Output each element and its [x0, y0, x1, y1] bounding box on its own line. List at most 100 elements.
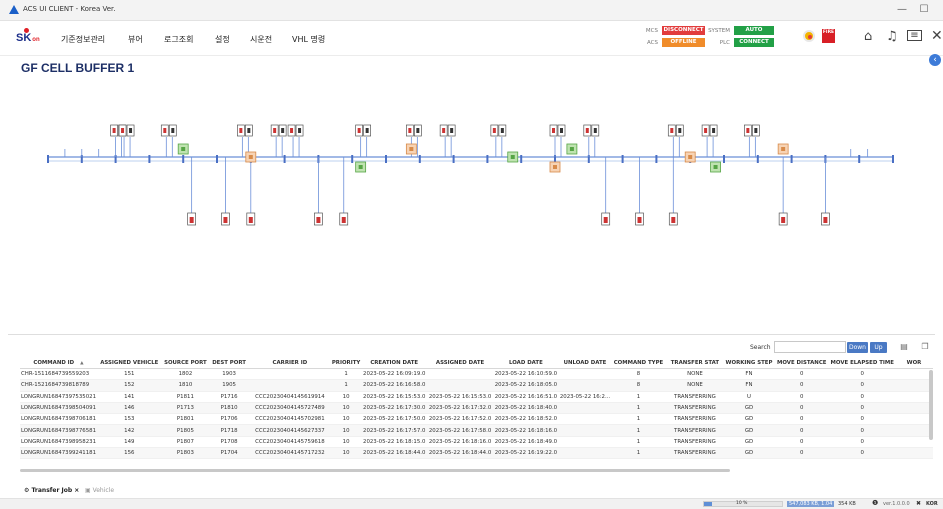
table-row[interactable]: LONGRUN16847397535021 141 P1811 P1716 CCC202…: [20, 391, 933, 403]
table-horizontal-scrollbar[interactable]: [20, 469, 730, 472]
tab-close-icon[interactable]: ×: [74, 487, 79, 494]
column-header[interactable]: CREATION DATE: [361, 357, 428, 369]
upper-port-indicator: [281, 128, 285, 133]
upper-port-indicator: [247, 128, 251, 133]
app-header: SKon 기준정보관리 뷰어 로그조회 설정 시운전 VHL 명령 MCS DI…: [0, 21, 943, 56]
table-cell: 1: [611, 391, 666, 403]
table-cell: 0: [773, 424, 830, 437]
table-row[interactable]: LONGRUN16847398776581 142 P1805 P1718 CCC202…: [20, 424, 933, 437]
table-row[interactable]: LONGRUN16847398504091 146 P1713 P1810 CCC202…: [20, 402, 933, 415]
vehicle-core: [510, 155, 515, 159]
table-cell: LONGRUN16847398958231: [20, 436, 98, 449]
bell-icon[interactable]: ♫: [886, 29, 898, 44]
rail-node: [723, 155, 725, 163]
column-header[interactable]: MOVE ELAPSED TIME: [829, 357, 895, 369]
menu-viewer[interactable]: 뷰어: [128, 34, 143, 45]
maximize-button[interactable]: ☐: [917, 3, 931, 17]
lower-port-indicator: [637, 217, 642, 223]
lower-port-indicator: [316, 217, 321, 223]
table-cell: 10: [330, 402, 362, 415]
table-cell: 0: [829, 447, 895, 460]
table-cell: 2023-05-22 16:17:57.0: [361, 424, 428, 437]
table-cell: [558, 368, 612, 381]
menu-log[interactable]: 로그조회: [164, 34, 193, 45]
tab-transfer-job[interactable]: ⚙ Transfer Job ×: [24, 487, 79, 494]
system-status-badge: AUTO: [734, 26, 774, 35]
menu-vhl-command[interactable]: VHL 명령: [292, 34, 325, 45]
search-down-button[interactable]: Down: [847, 342, 868, 353]
table-cell: 0: [773, 413, 830, 426]
table-cell: 8: [611, 368, 666, 381]
column-header[interactable]: SOURCE PORT: [161, 357, 210, 369]
table-cell: 151: [97, 368, 162, 381]
table-row[interactable]: CHR-1521684739818789 152 1810 1905 1 2023-05-…: [20, 379, 933, 392]
table-cell: 2023-05-22 16:17:52.0: [427, 413, 493, 426]
table-cell: [558, 436, 612, 449]
table-cell: [894, 447, 933, 460]
upper-port-indicator: [492, 128, 496, 133]
memory-usage-2: 354 KB: [838, 501, 856, 507]
column-header[interactable]: COMMAND ID ▲: [20, 357, 98, 369]
column-header[interactable]: WOR: [894, 357, 933, 369]
panel-splitter[interactable]: [8, 334, 935, 335]
upper-port-indicator: [593, 128, 597, 133]
menu-settings[interactable]: 설정: [215, 34, 230, 45]
lower-port-indicator: [189, 217, 194, 223]
table-row[interactable]: LONGRUN16847398706181 153 P1801 P1706 CCC202…: [20, 413, 933, 426]
table-row[interactable]: LONGRUN16847398958231 149 P1807 P1708 CCC202…: [20, 436, 933, 449]
table-cell: LONGRUN16847398504091: [20, 402, 98, 415]
column-header[interactable]: DEST PORT: [209, 357, 249, 369]
copy-icon[interactable]: ❐: [919, 341, 931, 353]
table-cell: 1: [330, 368, 362, 381]
table-cell: 0: [773, 391, 830, 403]
language-icon[interactable]: ✖: [916, 500, 921, 507]
table-cell: LONGRUN16847398706181: [20, 413, 98, 426]
bottom-tab-bar: ⚙ Transfer Job × ▣ Vehicle: [0, 484, 943, 498]
collapse-panel-icon[interactable]: ‹: [929, 54, 941, 66]
table-cell: P1708: [209, 436, 249, 449]
table-cell: 2023-05-22 16:18:44.0: [427, 447, 493, 460]
close-icon[interactable]: ✕: [931, 28, 943, 44]
vehicle-core: [409, 147, 414, 151]
column-header[interactable]: COMMAND TYPE: [611, 357, 666, 369]
export-icon[interactable]: ▤: [898, 341, 910, 353]
home-icon[interactable]: ⌂: [864, 29, 872, 44]
menu-master-data[interactable]: 기준정보관리: [61, 34, 105, 45]
fire-icon[interactable]: FIRE: [822, 29, 835, 43]
table-row[interactable]: CHR-1511684739559203 151 1802 1903 1 2023-05-…: [20, 368, 933, 381]
column-header[interactable]: UNLOAD DATE: [558, 357, 612, 369]
logo-sub: on: [32, 37, 40, 43]
table-cell: TRANSFERRING: [665, 402, 725, 415]
plc-label: PLC: [719, 40, 730, 46]
table-vertical-scrollbar[interactable]: [929, 370, 933, 440]
search-input[interactable]: [774, 341, 846, 353]
rail-node: [520, 155, 523, 163]
column-header[interactable]: CARRIER ID: [248, 357, 331, 369]
table-row[interactable]: LONGRUN16847399241181 156 P1803 P1704 CCC202…: [20, 447, 933, 460]
menu-commissioning[interactable]: 시운전: [250, 34, 272, 45]
table-cell: 142: [97, 424, 162, 437]
tab-vehicle[interactable]: ▣ Vehicle: [85, 487, 114, 494]
vehicle-core: [688, 155, 693, 159]
table-cell: [558, 402, 612, 415]
column-header[interactable]: WORKING STEP: [724, 357, 774, 369]
column-header[interactable]: LOAD DATE: [492, 357, 559, 369]
minimize-button[interactable]: —: [895, 3, 909, 17]
search-up-button[interactable]: Up: [870, 342, 887, 353]
column-header[interactable]: ASSIGNED DATE: [427, 357, 493, 369]
table-cell: 2023-05-22 16:18:16.0: [492, 424, 559, 437]
table-cell: P1801: [161, 413, 210, 426]
rail-node: [452, 155, 455, 163]
id-card-icon[interactable]: ≡: [907, 30, 922, 41]
table-cell: [894, 368, 933, 381]
upper-port-indicator: [290, 128, 294, 133]
table-cell: 2023-05-22 16:15:53.0: [361, 391, 428, 403]
column-header[interactable]: ASSIGNED VEHICLE: [97, 357, 162, 369]
column-header[interactable]: TRANSFER STAT: [665, 357, 725, 369]
alarm-icon[interactable]: [803, 30, 815, 42]
table-cell: 152: [97, 379, 162, 392]
column-header[interactable]: MOVE DISTANCE: [773, 357, 830, 369]
column-header[interactable]: PRIORITY: [330, 357, 362, 369]
upper-port-indicator: [678, 128, 682, 133]
rail-node: [858, 155, 861, 163]
